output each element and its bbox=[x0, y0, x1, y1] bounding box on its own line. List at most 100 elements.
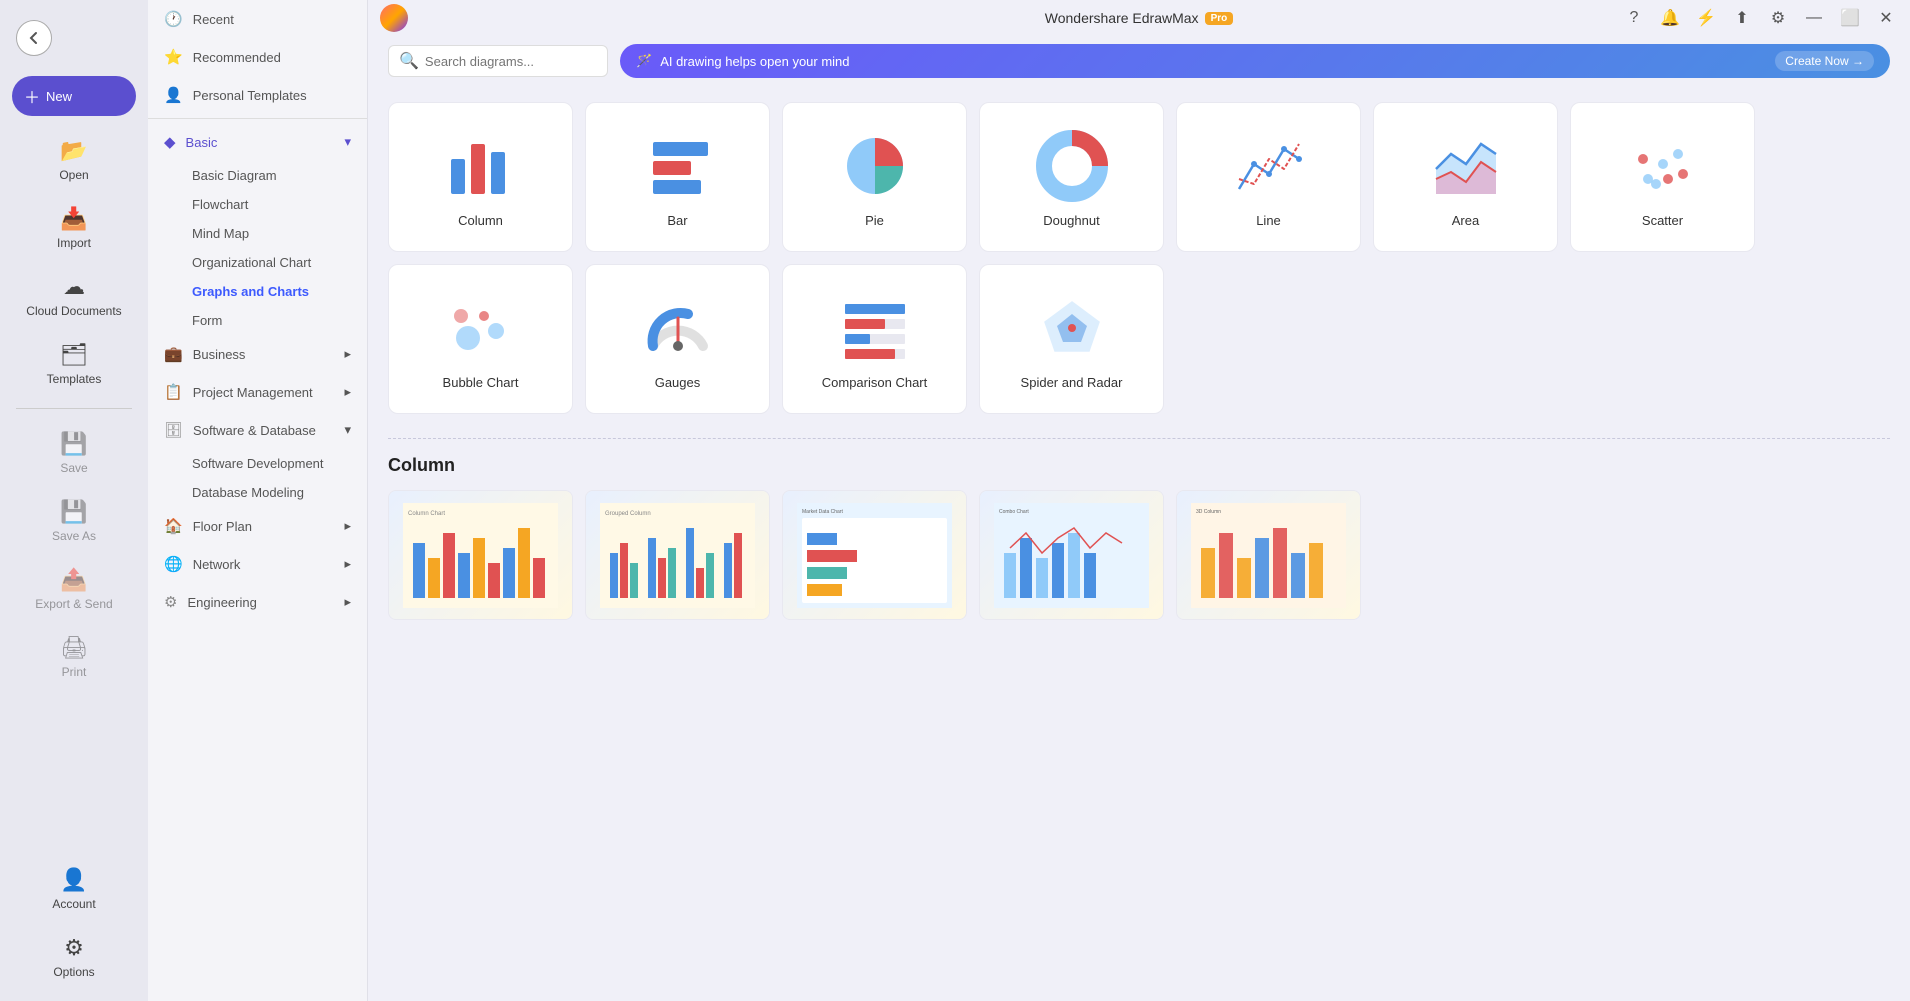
close-button[interactable]: ✕ bbox=[1874, 6, 1898, 30]
chart-type-grid: Column Bar bbox=[388, 102, 1890, 414]
column-label: Column bbox=[458, 213, 503, 228]
template-thumb-2: Grouped Column bbox=[586, 491, 769, 619]
help-button[interactable]: ? bbox=[1622, 6, 1646, 30]
search-box[interactable]: 🔍 bbox=[388, 45, 608, 77]
svg-text:Combo Chart: Combo Chart bbox=[999, 509, 1029, 515]
sidebar-item-print[interactable]: 🖨 Print bbox=[8, 625, 140, 689]
chart-card-bar[interactable]: Bar bbox=[585, 102, 770, 252]
sidebar-bottom: 👤 Account ⚙ Options bbox=[0, 857, 148, 989]
chart-card-spider[interactable]: Spider and Radar bbox=[979, 264, 1164, 414]
chart-card-area[interactable]: Area bbox=[1373, 102, 1558, 252]
chart-card-bubble[interactable]: Bubble Chart bbox=[388, 264, 573, 414]
sidebar-item-save-as[interactable]: 💾 Save As bbox=[8, 489, 140, 553]
sidebar-top bbox=[0, 12, 148, 72]
section-divider bbox=[388, 438, 1890, 439]
share-button[interactable]: ⚡ bbox=[1694, 6, 1718, 30]
sidebar-item-export[interactable]: 📤 Export & Send bbox=[8, 557, 140, 621]
nav-sw-dev[interactable]: Software Development bbox=[180, 449, 367, 478]
chart-card-doughnut[interactable]: Doughnut bbox=[979, 102, 1164, 252]
minimize-button[interactable]: — bbox=[1802, 6, 1826, 30]
nav-flowchart[interactable]: Flowchart bbox=[180, 190, 367, 219]
save-as-label: Save As bbox=[52, 529, 96, 543]
settings-button[interactable]: ⚙ bbox=[1766, 6, 1790, 30]
sidebar: ＋ New 📂 Open 📥 Import ☁ Cloud Documents … bbox=[0, 0, 148, 1001]
basic-sub-items: Basic Diagram Flowchart Mind Map Organiz… bbox=[148, 161, 367, 335]
template-card-5[interactable]: 3D Column bbox=[1176, 490, 1361, 620]
chart-card-pie[interactable]: Pie bbox=[782, 102, 967, 252]
chart-card-column[interactable]: Column bbox=[388, 102, 573, 252]
template-thumb-5: 3D Column bbox=[1177, 491, 1360, 619]
sidebar-item-options[interactable]: ⚙ Options bbox=[8, 925, 140, 989]
sidebar-item-templates[interactable]: 🗂 Templates bbox=[8, 332, 140, 396]
app-title: Wondershare EdrawMax bbox=[1045, 10, 1199, 26]
ai-banner[interactable]: 🪄 AI drawing helps open your mind Create… bbox=[620, 44, 1890, 78]
notification-button[interactable]: 🔔 bbox=[1658, 6, 1682, 30]
templates-icon: 🗂 bbox=[60, 342, 88, 368]
save-as-icon: 💾 bbox=[60, 499, 87, 525]
engineering-icon: ⚙ bbox=[164, 593, 177, 611]
template-card-3[interactable]: Market Data Chart bbox=[782, 490, 967, 620]
content-area: Column Bar bbox=[368, 86, 1910, 1001]
print-icon: 🖨 bbox=[60, 635, 88, 661]
sidebar-item-import[interactable]: 📥 Import bbox=[8, 196, 140, 260]
options-icon: ⚙ bbox=[64, 935, 84, 961]
import-icon: 📥 bbox=[60, 206, 87, 232]
nav-mind-map[interactable]: Mind Map bbox=[180, 219, 367, 248]
avatar bbox=[380, 4, 408, 32]
open-label: Open bbox=[59, 168, 88, 182]
chart-card-gauges[interactable]: Gauges bbox=[585, 264, 770, 414]
nav-graphs-charts[interactable]: Graphs and Charts bbox=[180, 277, 367, 306]
ai-icon: 🪄 bbox=[636, 53, 652, 69]
templates-label: Templates bbox=[47, 372, 102, 386]
template-card-4[interactable]: Combo Chart bbox=[979, 490, 1164, 620]
template-card-2[interactable]: Grouped Column bbox=[585, 490, 770, 620]
pie-chart-icon bbox=[835, 127, 915, 207]
create-now-button[interactable]: Create Now → bbox=[1775, 51, 1874, 71]
template-card-1[interactable]: Column Chart bbox=[388, 490, 573, 620]
line-label: Line bbox=[1256, 213, 1281, 228]
comparison-label: Comparison Chart bbox=[822, 375, 928, 390]
print-label: Print bbox=[62, 665, 87, 679]
export-icon: 📤 bbox=[60, 567, 87, 593]
chart-card-line[interactable]: Line bbox=[1176, 102, 1361, 252]
back-button[interactable] bbox=[16, 20, 52, 56]
nav-recommended[interactable]: ⭐ Recommended bbox=[148, 38, 367, 76]
new-button[interactable]: ＋ New bbox=[12, 76, 136, 116]
nav-recent[interactable]: 🕐 Recent bbox=[148, 0, 367, 38]
sidebar-item-save[interactable]: 💾 Save bbox=[8, 421, 140, 485]
chevron-right-icon5: ▸ bbox=[344, 594, 351, 610]
nav-form[interactable]: Form bbox=[180, 306, 367, 335]
cloud-icon: ☁ bbox=[63, 274, 85, 300]
restore-button[interactable]: ⬜ bbox=[1838, 6, 1862, 30]
nav-section-network[interactable]: 🌐 Network ▸ bbox=[148, 545, 367, 583]
sidebar-item-open[interactable]: 📂 Open bbox=[8, 128, 140, 192]
nav-section-business[interactable]: 💼 Business ▸ bbox=[148, 335, 367, 373]
template-thumb-1: Column Chart bbox=[389, 491, 572, 619]
nav-section-project[interactable]: 📋 Project Management ▸ bbox=[148, 373, 367, 411]
nav-section-floor[interactable]: 🏠 Floor Plan ▸ bbox=[148, 507, 367, 545]
chevron-right-icon4: ▸ bbox=[344, 556, 351, 572]
doughnut-chart-icon bbox=[1032, 127, 1112, 207]
chevron-right-icon: ▸ bbox=[344, 346, 351, 362]
nav-basic-diagram[interactable]: Basic Diagram bbox=[180, 161, 367, 190]
sidebar-item-cloud[interactable]: ☁ Cloud Documents bbox=[8, 264, 140, 328]
chevron-down-icon: ▾ bbox=[344, 134, 351, 150]
upload-button[interactable]: ⬆ bbox=[1730, 6, 1754, 30]
svg-text:Market Data Chart: Market Data Chart bbox=[802, 509, 843, 515]
template-grid: Column Chart bbox=[388, 490, 1890, 620]
chart-card-comparison[interactable]: Comparison Chart bbox=[782, 264, 967, 414]
pro-badge: Pro bbox=[1205, 12, 1234, 25]
chart-card-scatter[interactable]: Scatter bbox=[1570, 102, 1755, 252]
nav-personal[interactable]: 👤 Personal Templates bbox=[148, 76, 367, 114]
spider-chart-icon bbox=[1032, 289, 1112, 369]
nav-db-model[interactable]: Database Modeling bbox=[180, 478, 367, 507]
scatter-label: Scatter bbox=[1642, 213, 1683, 228]
nav-section-engineering[interactable]: ⚙ Engineering ▸ bbox=[148, 583, 367, 621]
nav-org-chart[interactable]: Organizational Chart bbox=[180, 248, 367, 277]
mid-nav: 🕐 Recent ⭐ Recommended 👤 Personal Templa… bbox=[148, 0, 368, 1001]
nav-section-software[interactable]: 🗄 Software & Database ▾ bbox=[148, 411, 367, 449]
nav-section-basic[interactable]: ◆ Basic ▾ bbox=[148, 123, 367, 161]
chevron-right-icon3: ▸ bbox=[344, 518, 351, 534]
sidebar-item-account[interactable]: 👤 Account bbox=[8, 857, 140, 921]
search-input[interactable] bbox=[425, 54, 597, 69]
